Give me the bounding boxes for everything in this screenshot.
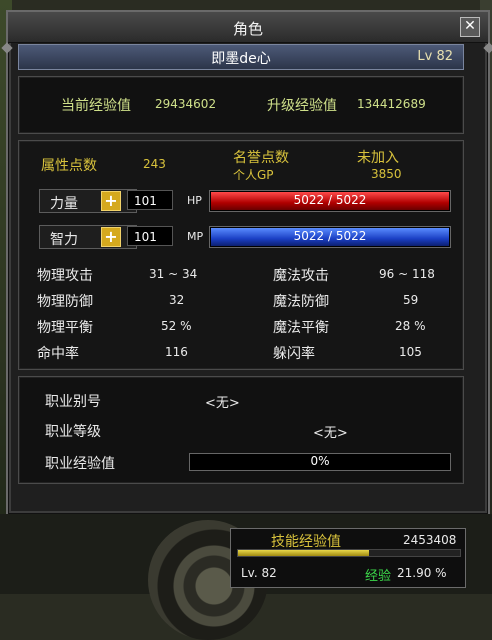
mp-label: MP [187, 230, 204, 243]
honor-points-value: 未加入 [357, 150, 399, 166]
job-level-label: 职业等级 [45, 424, 101, 440]
physical-defense-value: 32 [169, 293, 185, 307]
hp-bar: 5022 / 5022 [209, 190, 451, 212]
job-panel: 职业别号 <无> 职业等级 <无> 职业经验值 0% [18, 376, 464, 484]
attribute-points-value: 243 [143, 157, 166, 171]
hit-rate-label: 命中率 [37, 346, 79, 362]
intelligence-value: 101 [127, 226, 173, 246]
job-exp-label: 职业经验值 [45, 456, 115, 472]
skill-exp-bar [237, 549, 461, 557]
physical-defense-label: 物理防御 [37, 294, 93, 310]
physical-balance-label: 物理平衡 [37, 320, 93, 336]
magic-balance-label: 魔法平衡 [273, 320, 329, 336]
magic-defense-value: 59 [403, 293, 419, 307]
character-name-bar: 即墨de心 Lv 82 [18, 44, 464, 70]
hp-text: 5022 / 5022 [293, 193, 367, 207]
job-level-value: <无> [313, 426, 348, 441]
dodge-rate-label: 躲闪率 [273, 346, 315, 362]
close-icon: ✕ [464, 18, 476, 34]
stats-panel: 属性点数 243 名誉点数 未加入 个人GP 3850 力量 + 101 HP … [18, 140, 464, 370]
physical-attack-label: 物理攻击 [37, 268, 93, 284]
personal-gp-value: 3850 [371, 167, 402, 181]
physical-attack-value: 31 ~ 34 [149, 267, 198, 281]
intelligence-label-box: 智力 [39, 225, 137, 249]
add-intelligence-button[interactable]: + [101, 227, 121, 247]
skill-exp-bar-fill [238, 550, 370, 556]
hit-rate-value: 116 [165, 345, 188, 359]
physical-balance-value: 52 % [161, 319, 192, 333]
job-alias-label: 职业别号 [45, 394, 101, 410]
mp-bar: 5022 / 5022 [209, 226, 451, 248]
exp-label: 经验 [365, 569, 392, 584]
personal-gp-label: 个人GP [233, 168, 274, 182]
job-alias-value: <无> [205, 396, 240, 411]
next-exp-label: 升级经验值 [267, 98, 337, 114]
experience-panel: 当前经验值 29434602 升级经验值 134412689 [18, 76, 464, 134]
magic-attack-value: 96 ~ 118 [379, 267, 435, 281]
frame-corner-ornament [483, 42, 492, 54]
strength-value: 101 [127, 190, 173, 210]
hp-label: HP [187, 194, 202, 207]
attribute-points-label: 属性点数 [41, 158, 97, 174]
add-strength-button[interactable]: + [101, 191, 121, 211]
character-name: 即墨de心 [211, 51, 271, 67]
exp-percent: 21.90 % [397, 566, 447, 580]
skill-exp-label: 技能经验值 [271, 534, 341, 550]
window-title: 角色 [232, 20, 263, 38]
magic-balance-value: 28 % [395, 319, 426, 333]
intelligence-label: 智力 [50, 232, 78, 248]
honor-points-label: 名誉点数 [233, 150, 289, 166]
player-level: Lv. 82 [241, 566, 277, 580]
next-exp-value: 134412689 [357, 97, 426, 111]
strength-label-box: 力量 [39, 189, 137, 213]
dodge-rate-value: 105 [399, 345, 422, 359]
character-level: Lv 82 [417, 49, 453, 64]
close-button[interactable]: ✕ [460, 17, 480, 37]
skill-exp-value: 2453408 [403, 533, 457, 547]
job-exp-text: 0% [310, 454, 330, 468]
skill-exp-panel: 技能经验值 2453408 Lv. 82 经验 21.90 % [230, 528, 466, 588]
window-titlebar[interactable]: 角色 ✕ [8, 12, 488, 43]
magic-defense-label: 魔法防御 [273, 294, 329, 310]
job-exp-bar: 0% [189, 453, 451, 471]
mp-text: 5022 / 5022 [293, 229, 367, 243]
magic-attack-label: 魔法攻击 [273, 268, 329, 284]
current-exp-label: 当前经验值 [61, 98, 131, 114]
strength-label: 力量 [50, 196, 78, 212]
current-exp-value: 29434602 [155, 97, 217, 111]
